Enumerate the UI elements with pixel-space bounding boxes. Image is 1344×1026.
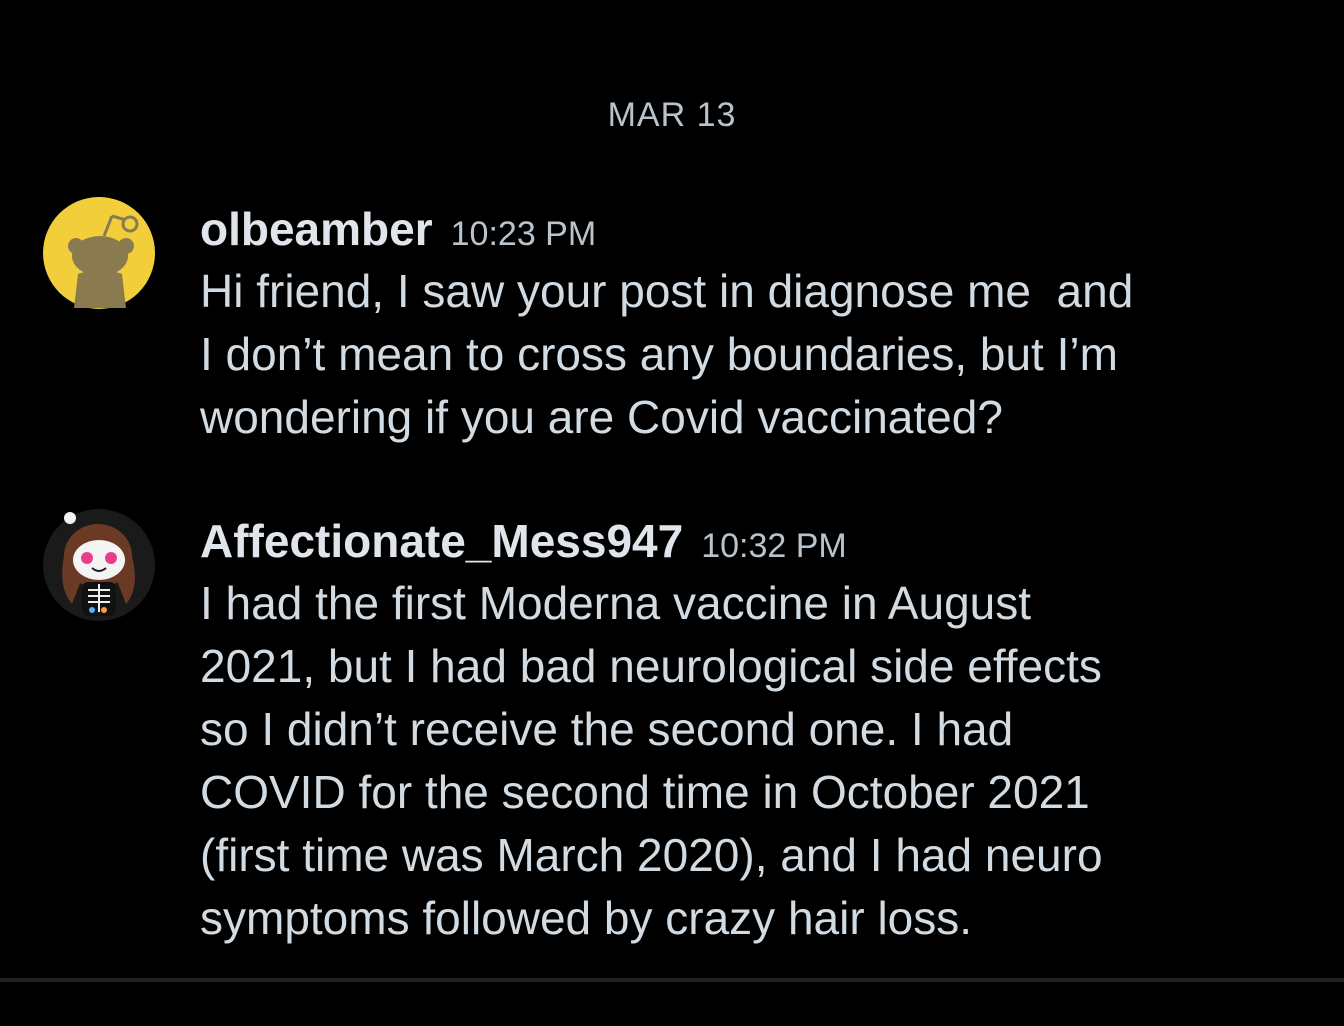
timestamp: 10:23 PM <box>450 215 597 253</box>
message-text: Hi friend, I saw your post in diagnose m… <box>200 265 1134 443</box>
snoo-avatar-icon[interactable] <box>42 196 156 310</box>
message-text: I had the first Moderna vaccine in Augus… <box>200 577 1103 944</box>
message-body: Affectionate_Mess947 10:32 PM I had the … <box>200 514 1320 950</box>
username[interactable]: olbeamber <box>200 202 433 256</box>
timestamp: 10:32 PM <box>701 527 847 565</box>
custom-snoo-avatar-icon[interactable] <box>42 488 156 622</box>
date-header: MAR 13 <box>607 96 737 134</box>
message-body: olbeamber 10:23 PM Hi friend, I saw your… <box>200 202 1320 449</box>
message-header: Affectionate_Mess947 10:32 PM <box>200 514 1320 572</box>
bottom-divider <box>0 978 1344 982</box>
username[interactable]: Affectionate_Mess947 <box>200 514 683 568</box>
message-header: olbeamber 10:23 PM <box>200 202 1320 260</box>
